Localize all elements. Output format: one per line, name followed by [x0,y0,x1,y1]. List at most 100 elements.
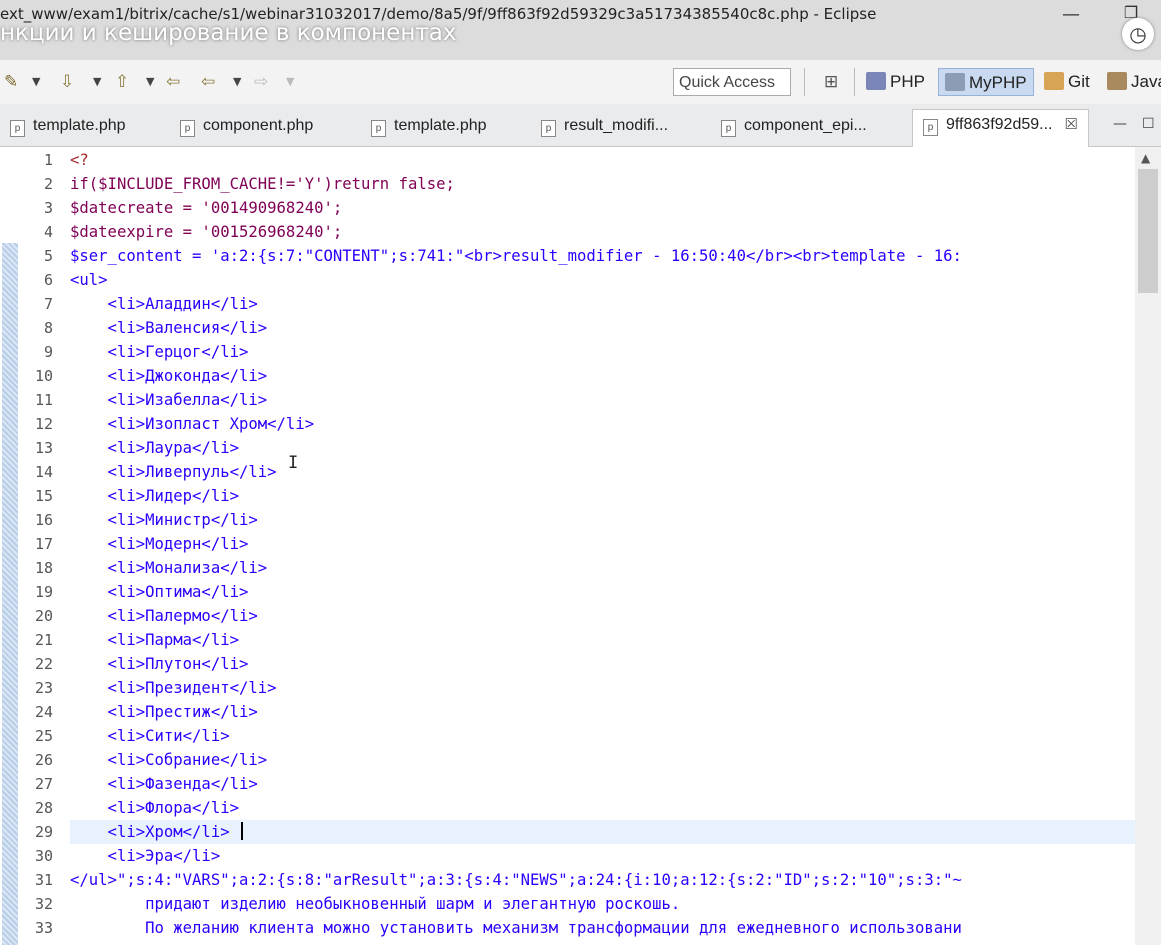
tab-label: template.php [33,117,126,134]
toolbar-divider [804,68,805,96]
clock-icon[interactable]: ◷ [1122,18,1154,50]
code-line[interactable]: <li>Престиж</li> [70,700,1135,724]
code-text: if($INCLUDE_FROM_CACHE!='Y')return false… [70,175,455,193]
code-text: <li>Эра</li> [70,847,221,865]
code-line[interactable]: <li>Флора</li> [70,796,1135,820]
code-line[interactable]: По желанию клиента можно установить меха… [70,916,1135,940]
change-ruler [0,147,20,945]
code-text: <li>Аладдин</li> [70,295,258,313]
code-line[interactable]: <li>Валенсия</li> [70,316,1135,340]
perspective-label: MyPHP [969,73,1027,92]
tab-component-php[interactable]: p component.php [180,111,313,141]
chevron-down-icon[interactable]: ▼ [233,70,241,94]
vertical-scrollbar[interactable]: ▲ [1135,147,1161,945]
git-icon [1044,72,1064,90]
code-text: <li>Изабелла</li> [70,391,268,409]
tab-label: result_modifi... [564,117,669,134]
main-toolbar: ✎ ▼ ⇩ ▼ ⇧ ▼ ⇦ ⇦ ▼ ⇨ ▼ Quick Access ⊞ PHP… [0,60,1161,104]
line-number: 20 [34,607,53,625]
close-icon[interactable]: ☒ [1064,116,1077,133]
code-line[interactable]: <li>Изопласт Хром</li> [70,412,1135,436]
tab-component-epilog[interactable]: p component_epi... [721,111,867,141]
code-line[interactable]: <li>Плутон</li> [70,652,1135,676]
perspective-java[interactable]: Java [1107,68,1161,96]
code-line[interactable]: <li>Палермо</li> [70,604,1135,628]
tab-template-php[interactable]: p template.php [10,111,126,141]
code-line[interactable]: <li>Модерн</li> [70,532,1135,556]
line-number: 25 [34,727,53,745]
php-icon [866,72,886,90]
code-line[interactable]: <li>Монализа</li> [70,556,1135,580]
code-line[interactable]: придают изделию необыкновенный шарм и эл… [70,892,1135,916]
line-number: 30 [34,847,53,865]
code-line[interactable]: <li>Оптима</li> [70,580,1135,604]
perspective-git[interactable]: Git [1044,68,1090,96]
caret [241,822,243,840]
back-folder-icon[interactable]: ⇦ [166,70,180,94]
code-line[interactable]: <ul> [70,268,1135,292]
code-text: <li>Собрание</li> [70,751,268,769]
chevron-down-icon[interactable]: ▼ [32,70,40,94]
code-line[interactable]: <li>Аладдин</li> [70,292,1135,316]
forward-arrow-icon[interactable]: ⇨ [254,70,268,94]
code-line[interactable]: if($INCLUDE_FROM_CACHE!='Y')return false… [70,172,1135,196]
line-number: 22 [34,655,53,673]
title-bar: ext_www/exam1/bitrix/cache/s1/webinar310… [0,0,1161,60]
line-number: 7 [43,295,53,313]
code-line[interactable]: $dateexpire = '001526968240'; [70,220,1135,244]
pen-icon[interactable]: ✎ [4,70,18,94]
code-line[interactable]: <li>Президент</li> [70,676,1135,700]
code-line[interactable]: <? [70,148,1135,172]
code-text: $datecreate = '001490968240'; [70,199,343,217]
code-line[interactable]: <li>Фазенда</li> [70,772,1135,796]
up-arrow-icon[interactable]: ⇧ [115,70,129,94]
quick-access-input[interactable]: Quick Access [673,68,791,96]
scrollbar-thumb[interactable] [1138,169,1158,293]
minimize-view-icon[interactable]: — [1113,116,1127,132]
code-line[interactable]: <li>Парма</li> [70,628,1135,652]
code-line[interactable]: $ser_content = 'a:2:{s:7:"CONTENT";s:741… [70,244,1135,268]
code-text: $ser_content = 'a:2:{s:7:"CONTENT";s:741… [70,247,962,265]
code-line[interactable]: <li>Сити</li> [70,724,1135,748]
line-number: 19 [34,583,53,601]
line-number: 23 [34,679,53,697]
code-line[interactable]: </ul>";s:4:"VARS";a:2:{s:8:"arResult";a:… [70,868,1135,892]
code-line[interactable]: <li>Эра</li> [70,844,1135,868]
code-line[interactable]: <li>Лидер</li> [70,484,1135,508]
scroll-up-icon[interactable]: ▲ [1141,151,1150,165]
code-line[interactable]: <li>Министр</li> [70,508,1135,532]
code-text: <li>Лидер</li> [70,487,239,505]
down-arrow-icon[interactable]: ⇩ [60,70,74,94]
code-editor[interactable]: 1 2 3 4 5 6 7 8 9 10 11 12 13 14 15 16 17 18 19 20 21 22 23 24 2… [0,147,1135,945]
tab-template-php-2[interactable]: p template.php [371,111,487,141]
tab-cache-file[interactable]: p 9ff863f92d59... ☒ [912,109,1089,147]
line-number: 1 [43,151,53,169]
open-perspective-icon[interactable]: ⊞ [824,70,838,94]
minimize-icon[interactable]: — [1058,4,1084,25]
line-number: 12 [34,415,53,433]
tab-result-modifier[interactable]: p result_modifi... [541,111,668,141]
code-text: <li>Монализа</li> [70,559,268,577]
code-line[interactable]: <li>Ливерпуль</li> [70,460,1135,484]
perspective-php[interactable]: PHP [866,68,925,96]
line-number: 5 [43,247,53,265]
code-text: <li>Ливерпуль</li> [70,463,277,481]
code-line[interactable]: <li>Лаура</li> [70,436,1135,460]
code-line[interactable]: <li>Джоконда</li> [70,364,1135,388]
code-line[interactable]: <li>Герцог</li> [70,340,1135,364]
chevron-down-icon[interactable]: ▼ [286,70,294,94]
code-text: <li>Хром</li> [70,823,239,841]
code-line[interactable]: <li>Собрание</li> [70,748,1135,772]
code-line[interactable]: <li>Изабелла</li> [70,388,1135,412]
code-line[interactable]: <li>Хром</li> [70,820,1135,844]
maximize-view-icon[interactable]: ☐ [1142,116,1155,132]
code-text: <li>Валенсия</li> [70,319,268,337]
code-text: <li>Фазенда</li> [70,775,258,793]
code-text: придают изделию необыкновенный шарм и эл… [70,895,681,913]
code-line[interactable]: $datecreate = '001490968240'; [70,196,1135,220]
php-file-icon: p [541,120,556,137]
perspective-myphp[interactable]: MyPHP [938,68,1034,96]
chevron-down-icon[interactable]: ▼ [93,70,101,94]
back-arrow-icon[interactable]: ⇦ [201,70,215,94]
chevron-down-icon[interactable]: ▼ [146,70,154,94]
